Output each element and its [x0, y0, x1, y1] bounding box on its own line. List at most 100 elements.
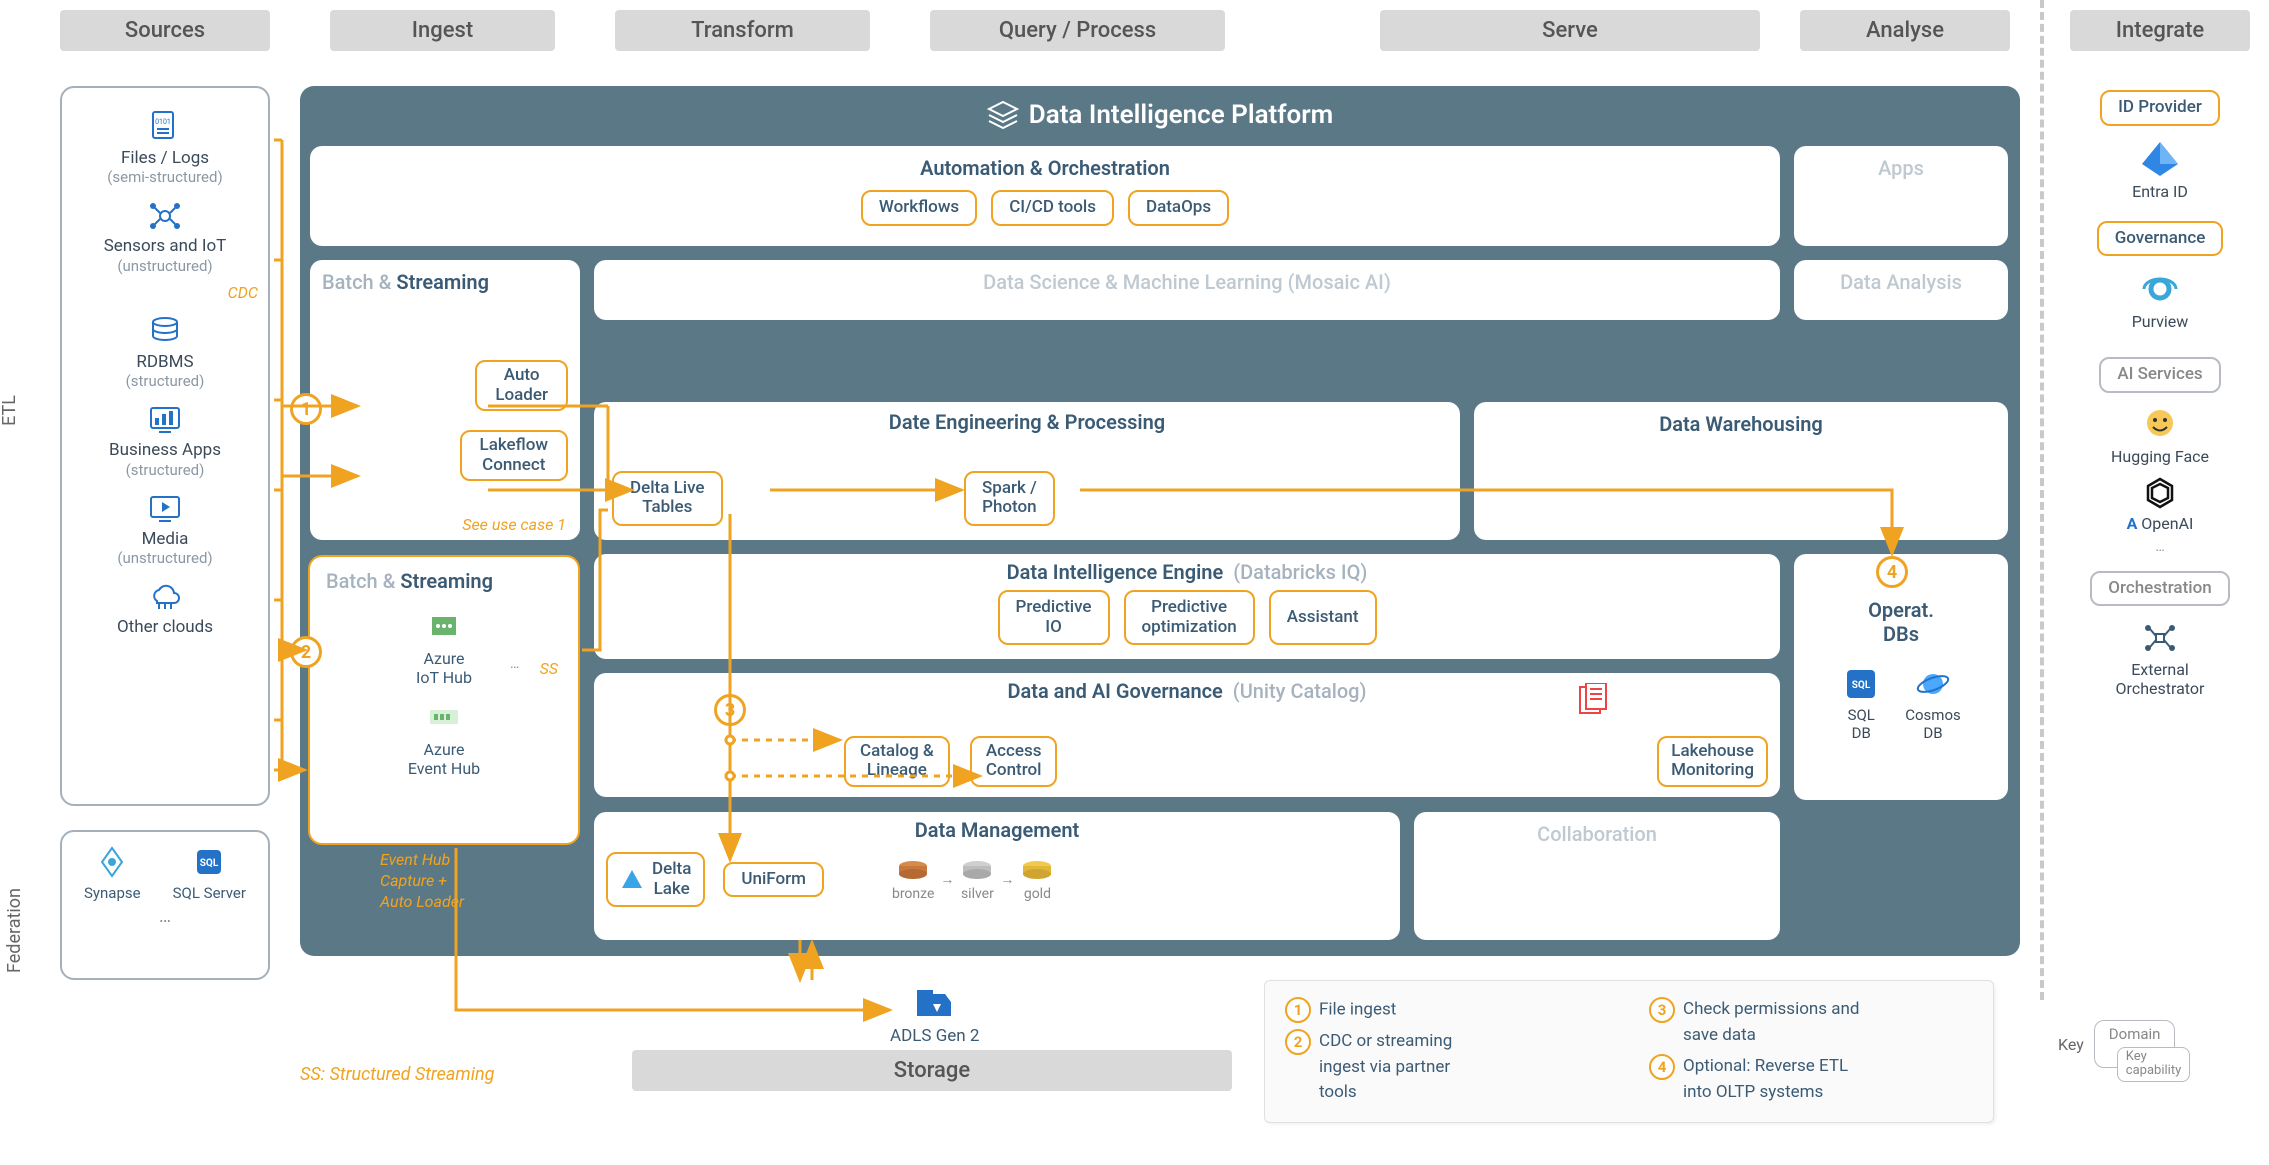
gov-card: Data and AI Governance (Unity Catalog) C… [594, 673, 1780, 797]
dw-card: Data Warehousing [1474, 402, 2008, 540]
stack-icon [987, 100, 1019, 130]
dm-card: Data Management Delta Lake UniForm bronz… [594, 812, 1400, 940]
chip-popt: Predictive optimization [1124, 590, 1255, 645]
cloud-icon [145, 579, 185, 615]
de-card: Date Engineering & Processing Delta Live… [594, 402, 1460, 540]
apps-title: Apps [1806, 156, 1996, 180]
silver: silver [960, 858, 994, 902]
sources-panel: 0101 Files / Logs (semi-structured) Sens… [60, 86, 270, 806]
bronze: bronze [892, 858, 934, 902]
db-icon [145, 314, 185, 350]
src-rdbms-sub: (structured) [68, 372, 262, 390]
bs-title: Batch & Streaming [322, 270, 568, 294]
badge-3: 3 [714, 694, 746, 726]
badge-1: 1 [290, 393, 322, 425]
src-apps-sub: (structured) [68, 461, 262, 479]
chip-gov: Governance [2097, 221, 2224, 257]
legend-4: 4Optional: Reverse ETL into OLTP systems [1649, 1054, 1973, 1105]
adls-icon [913, 980, 957, 1020]
platform-title: Data Intelligence Platform [310, 96, 2010, 140]
src-clouds: Other clouds [68, 579, 262, 637]
purview: Purview [2070, 270, 2250, 331]
cosmos-icon [1913, 666, 1953, 702]
src-files-sub: (semi-structured) [68, 168, 262, 186]
ss-note: SS: Structured Streaming [300, 1064, 494, 1085]
dw-title: Data Warehousing [1486, 412, 1996, 436]
key-label: Key [2058, 1035, 2084, 1054]
legend-2: 2CDC or streaming ingest via partner too… [1285, 1029, 1609, 1106]
azure-event: Azure Event Hub [320, 702, 568, 778]
src-media-sub: (unstructured) [68, 549, 262, 567]
report-icon [1576, 683, 1610, 717]
svg-text:SQL: SQL [200, 858, 219, 869]
chip-workflows: Workflows [861, 190, 977, 226]
fed-synapse: Synapse [84, 844, 141, 902]
etl-side-label: ETL [0, 395, 20, 426]
fed-more: … [68, 906, 262, 927]
key-legend: Key Domain Key capability [2058, 1020, 2175, 1068]
see-uc1: See use case 1 [462, 515, 566, 534]
batch-streaming-card: Batch & Streaming Auto Loader Lakeflow C… [310, 260, 580, 540]
src-files: 0101 Files / Logs (semi-structured) [68, 110, 262, 186]
chip-autoloader: Auto Loader [475, 360, 568, 411]
operdb-card: Operat. DBs SQL SQL DB Cosmos DB [1794, 554, 2008, 800]
iothub-icon [424, 611, 464, 645]
integrate-panel: ID Provider Entra ID Governance Purview … [2070, 86, 2250, 698]
src-media: Media (unstructured) [68, 491, 262, 567]
divider [2040, 0, 2044, 1000]
src-iot-title: Sensors and IoT [68, 236, 262, 256]
apps-card: Apps [1794, 146, 2008, 246]
chip-dataops: DataOps [1128, 190, 1229, 226]
cdc-label: CDC [68, 283, 258, 302]
die-card: Data Intelligence Engine (Databricks IQ)… [594, 554, 1780, 659]
col-sources: Sources [60, 10, 270, 51]
data-analysis-card: Data Analysis [1794, 260, 2008, 320]
dsml-title: Data Science & Machine Learning (Mosaic … [606, 270, 1768, 294]
chip-cicd: CI/CD tools [991, 190, 1114, 226]
key-capability: Key capability [2117, 1047, 2190, 1082]
chip-assist: Assistant [1269, 590, 1377, 645]
entra-icon [2138, 140, 2182, 178]
entra: Entra ID [2070, 140, 2250, 201]
src-media-title: Media [68, 529, 262, 549]
chip-catalog: Catalog & Lineage [844, 736, 950, 787]
operdb-title: Operat. DBs [1806, 598, 1996, 646]
int-more: … [2070, 539, 2250, 555]
collab-title: Collaboration [1426, 822, 1768, 846]
chip-uniform: UniForm [723, 862, 824, 898]
synapse-icon [92, 844, 132, 880]
src-apps-title: Business Apps [68, 440, 262, 460]
src-clouds-title: Other clouds [68, 617, 262, 637]
col-analyse: Analyse [1800, 10, 2010, 51]
src-apps: Business Apps (structured) [68, 402, 262, 478]
sqlserver-icon: SQL [189, 844, 229, 880]
openai: A OpenAI [2070, 476, 2250, 533]
col-serve: Serve [1380, 10, 1760, 51]
iot-icon [145, 198, 185, 234]
openai-icon [2142, 476, 2178, 510]
file-icon: 0101 [145, 110, 185, 146]
src-rdbms: RDBMS (structured) [68, 314, 262, 390]
dm-title: Data Management [606, 818, 1388, 842]
legend-panel: 1File ingest 2CDC or streaming ingest vi… [1264, 980, 1994, 1123]
chip-orch: Orchestration [2090, 571, 2229, 607]
chip-lakemon: Lakehouse Monitoring [1657, 736, 1768, 787]
svg-text:SQL: SQL [1852, 680, 1871, 691]
chip-spark: Spark / Photon [964, 471, 1055, 526]
eventhub-note: Event Hub Capture + Auto Loader [380, 850, 464, 912]
col-transform: Transform [615, 10, 870, 51]
sqldb-icon: SQL [1841, 666, 1881, 702]
ext-orch: External Orchestrator [2070, 620, 2250, 698]
hf-icon [2140, 407, 2180, 443]
azure-bs-title: Batch & Streaming [320, 569, 568, 593]
delta-icon [620, 868, 644, 892]
cosmosdb: Cosmos DB [1905, 666, 1961, 742]
storage-title: Storage [632, 1050, 1232, 1091]
azure-panel: Batch & Streaming Azure IoT Hub SS … Azu… [308, 555, 580, 845]
de-title: Date Engineering & Processing [606, 410, 1448, 434]
automation-title: Automation & Orchestration [322, 156, 1768, 180]
gold: gold [1020, 858, 1054, 902]
orchestrator-icon [2138, 620, 2182, 656]
badge-2: 2 [290, 636, 322, 668]
die-title: Data Intelligence Engine (Databricks IQ) [606, 560, 1768, 584]
